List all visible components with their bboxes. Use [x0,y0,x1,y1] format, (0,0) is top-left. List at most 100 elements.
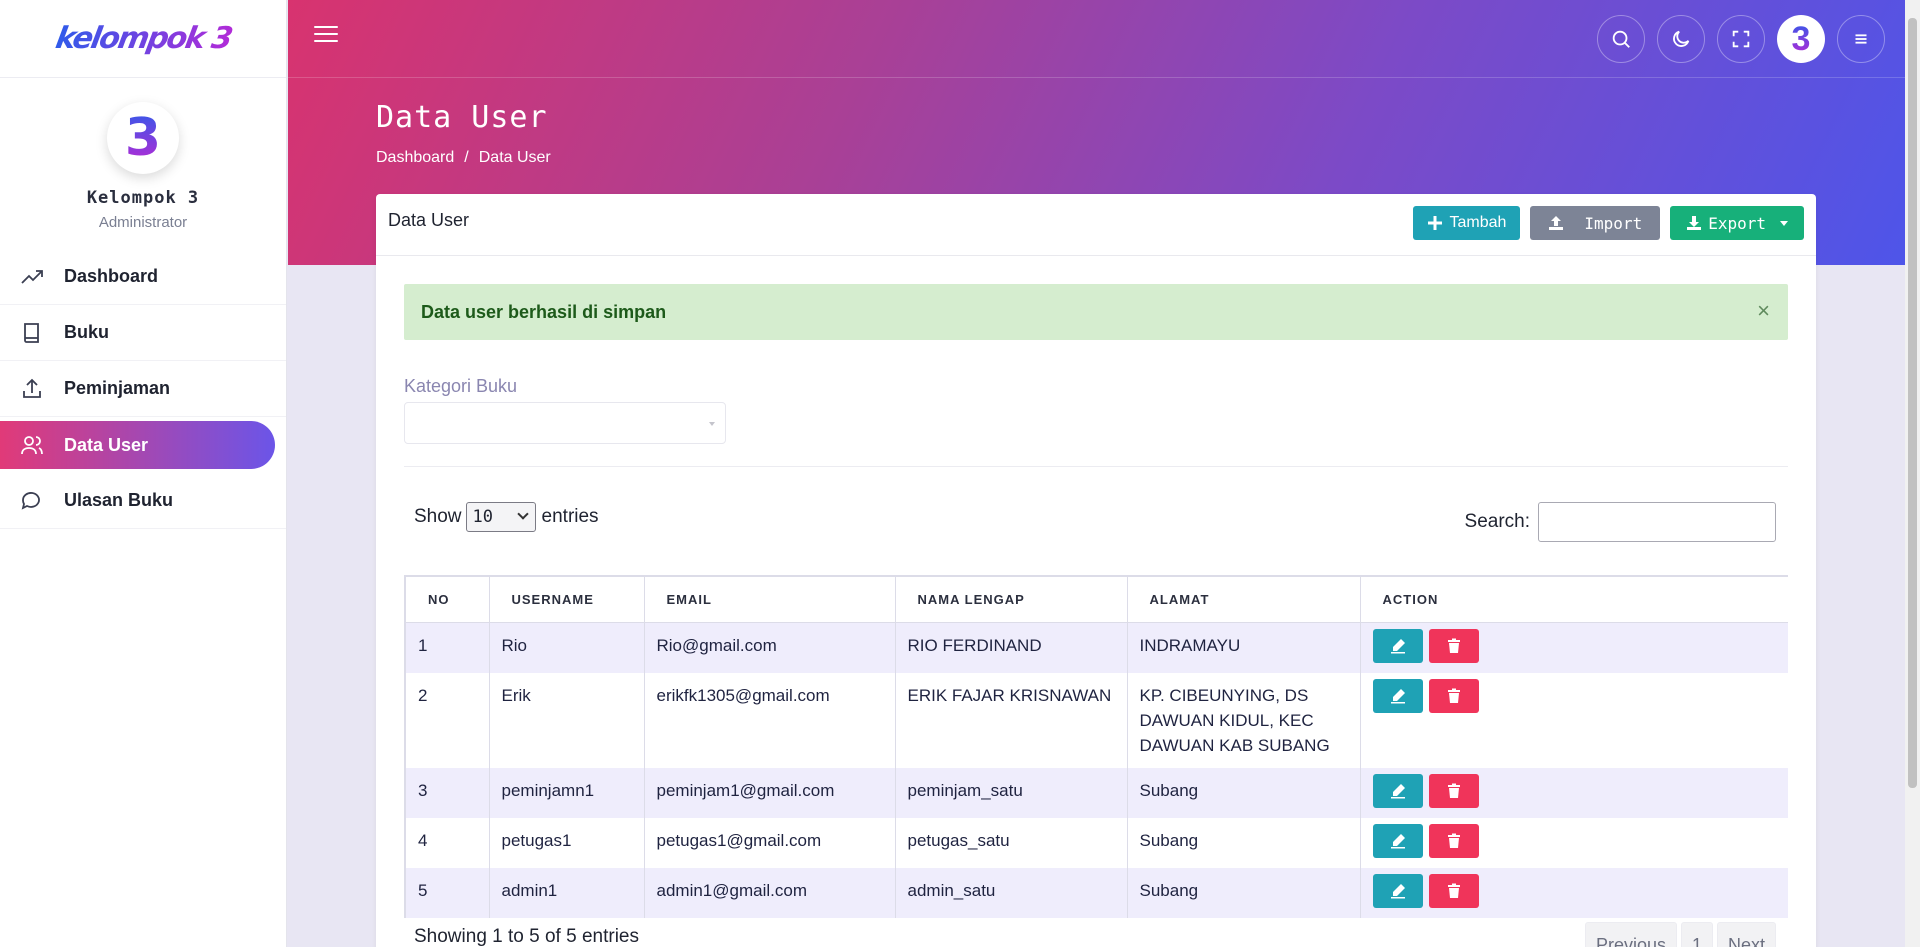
table-row: 3 peminjamn1 peminjam1@gmail.com peminja… [404,767,1788,818]
trending-up-icon [21,269,43,284]
delete-button[interactable] [1428,773,1479,808]
topbar-icons: 3 [1597,15,1885,63]
breadcrumb-current: Data User [478,149,551,166]
breadcrumb: Dashboard / Data User [376,149,551,167]
sidebar-item-data-user[interactable]: Data User [0,421,275,469]
cell-username: Rio [488,622,644,673]
sidebar-item-label: Data User [64,434,149,455]
cell-email: admin1@gmail.com [643,867,895,918]
sidebar-item-dashboard[interactable]: Dashboard [0,249,286,305]
cell-email: peminjam1@gmail.com [643,767,895,818]
users-icon [21,436,43,455]
logo-area[interactable]: kelompok 3 [0,0,286,78]
profile-name: Kelompok 3 [86,188,200,208]
cell-email: petugas1@gmail.com [643,817,895,868]
edit-button[interactable] [1372,773,1423,808]
cell-nama: RIO FERDINAND [894,622,1127,673]
delete-button[interactable] [1428,628,1479,663]
page-scrollbar[interactable] [1905,0,1920,947]
brand-logo[interactable]: kelompok 3 [53,21,234,56]
avatar-letter: 3 [1791,19,1811,58]
settings-menu-icon[interactable] [1837,15,1885,63]
cell-username: petugas1 [488,817,644,868]
avatar[interactable]: 3 [107,102,179,174]
chevron-down-icon [516,508,529,520]
upload-icon [1549,216,1564,230]
dark-mode-icon[interactable] [1657,15,1705,63]
cell-nama: admin_satu [894,867,1127,918]
export-button[interactable]: Export [1670,206,1804,240]
cell-alamat: KP. CIBEUNYING, DS DAWUAN KIDUL, KEC DAW… [1126,672,1360,768]
edit-icon [1390,688,1405,703]
edit-button[interactable] [1372,628,1423,663]
search-label: Search: [1464,511,1530,532]
cell-nama: ERIK FAJAR KRISNAWAN [894,672,1127,768]
entries-length: Show 10 entries [414,502,599,532]
delete-button[interactable] [1428,823,1479,858]
col-no[interactable]: NO [404,575,489,623]
cell-action [1359,867,1788,918]
tambah-button[interactable]: Tambah [1413,206,1521,240]
col-email[interactable]: EMAIL [643,575,895,623]
sidebar-item-buku[interactable]: Buku [0,305,286,361]
close-icon[interactable]: × [1757,298,1770,324]
sidebar-item-ulasan-buku[interactable]: Ulasan Buku [0,473,286,529]
success-alert: Data user berhasil di simpan × [404,284,1788,340]
cell-email: Rio@gmail.com [643,622,895,673]
upload-icon [23,378,41,398]
edit-icon [1390,883,1405,898]
cell-username: peminjamn1 [488,767,644,818]
edit-button[interactable] [1372,823,1423,858]
breadcrumb-separator: / [464,149,469,166]
sidebar-item-label: Dashboard [64,266,159,286]
user-table: NO USERNAME EMAIL NAMA LENGAP ALAMAT ACT… [404,575,1788,918]
edit-button[interactable] [1372,678,1423,713]
cell-alamat: Subang [1126,867,1360,918]
card-title: Data User [388,210,470,230]
trash-icon [1447,688,1460,703]
fullscreen-icon[interactable] [1717,15,1765,63]
next-page-button[interactable]: Next [1716,922,1776,947]
avatar-letter: 3 [124,108,162,168]
trash-icon [1447,883,1460,898]
col-alamat[interactable]: ALAMAT [1126,575,1360,623]
col-username[interactable]: USERNAME [488,575,644,623]
sidebar-item-peminjaman[interactable]: Peminjaman [0,361,286,417]
search-icon[interactable] [1597,15,1645,63]
table-row: 2 Erik erikfk1305@gmail.com ERIK FAJAR K… [404,672,1788,768]
table-row: 4 petugas1 petugas1@gmail.com petugas_sa… [404,817,1788,868]
cell-alamat: Subang [1126,817,1360,868]
previous-page-button[interactable]: Previous [1584,922,1677,947]
tambah-label: Tambah [1449,214,1507,231]
col-nama-lengkap[interactable]: NAMA LENGAP [894,575,1127,623]
table-info: Showing 1 to 5 of 5 entries [414,926,639,947]
menu-toggle-icon[interactable] [314,26,338,50]
filter-label: Kategori Buku [404,376,518,396]
page-button[interactable]: 1 [1680,922,1713,947]
row-actions [1372,823,1777,858]
sidebar-menu: Dashboard Buku Peminjaman Data User Ulas… [0,249,286,529]
breadcrumb-dashboard[interactable]: Dashboard [376,149,454,166]
sidebar-item-label: Peminjaman [64,378,171,398]
delete-button[interactable] [1428,873,1479,908]
table-search: Search: [1465,502,1776,542]
entries-length-select[interactable]: 10 [465,502,536,532]
col-action: ACTION [1359,575,1788,623]
kategori-buku-select[interactable] [404,402,726,444]
row-actions [1372,678,1777,713]
scrollbar-thumb[interactable] [1908,18,1917,788]
chevron-down-icon [1780,220,1788,226]
cell-alamat: Subang [1126,767,1360,818]
alert-message: Data user berhasil di simpan [421,302,667,322]
delete-button[interactable] [1428,678,1479,713]
chevron-down-icon [709,422,715,426]
edit-button[interactable] [1372,873,1423,908]
cell-nama: peminjam_satu [894,767,1127,818]
plus-icon [1428,216,1443,230]
sidebar-item-label: Ulasan Buku [64,490,174,510]
user-avatar-button[interactable]: 3 [1777,15,1825,63]
divider [404,466,1788,467]
import-button[interactable]: Import [1530,206,1661,240]
search-input[interactable] [1538,502,1776,542]
card-actions: Tambah Import Export [1413,206,1804,240]
